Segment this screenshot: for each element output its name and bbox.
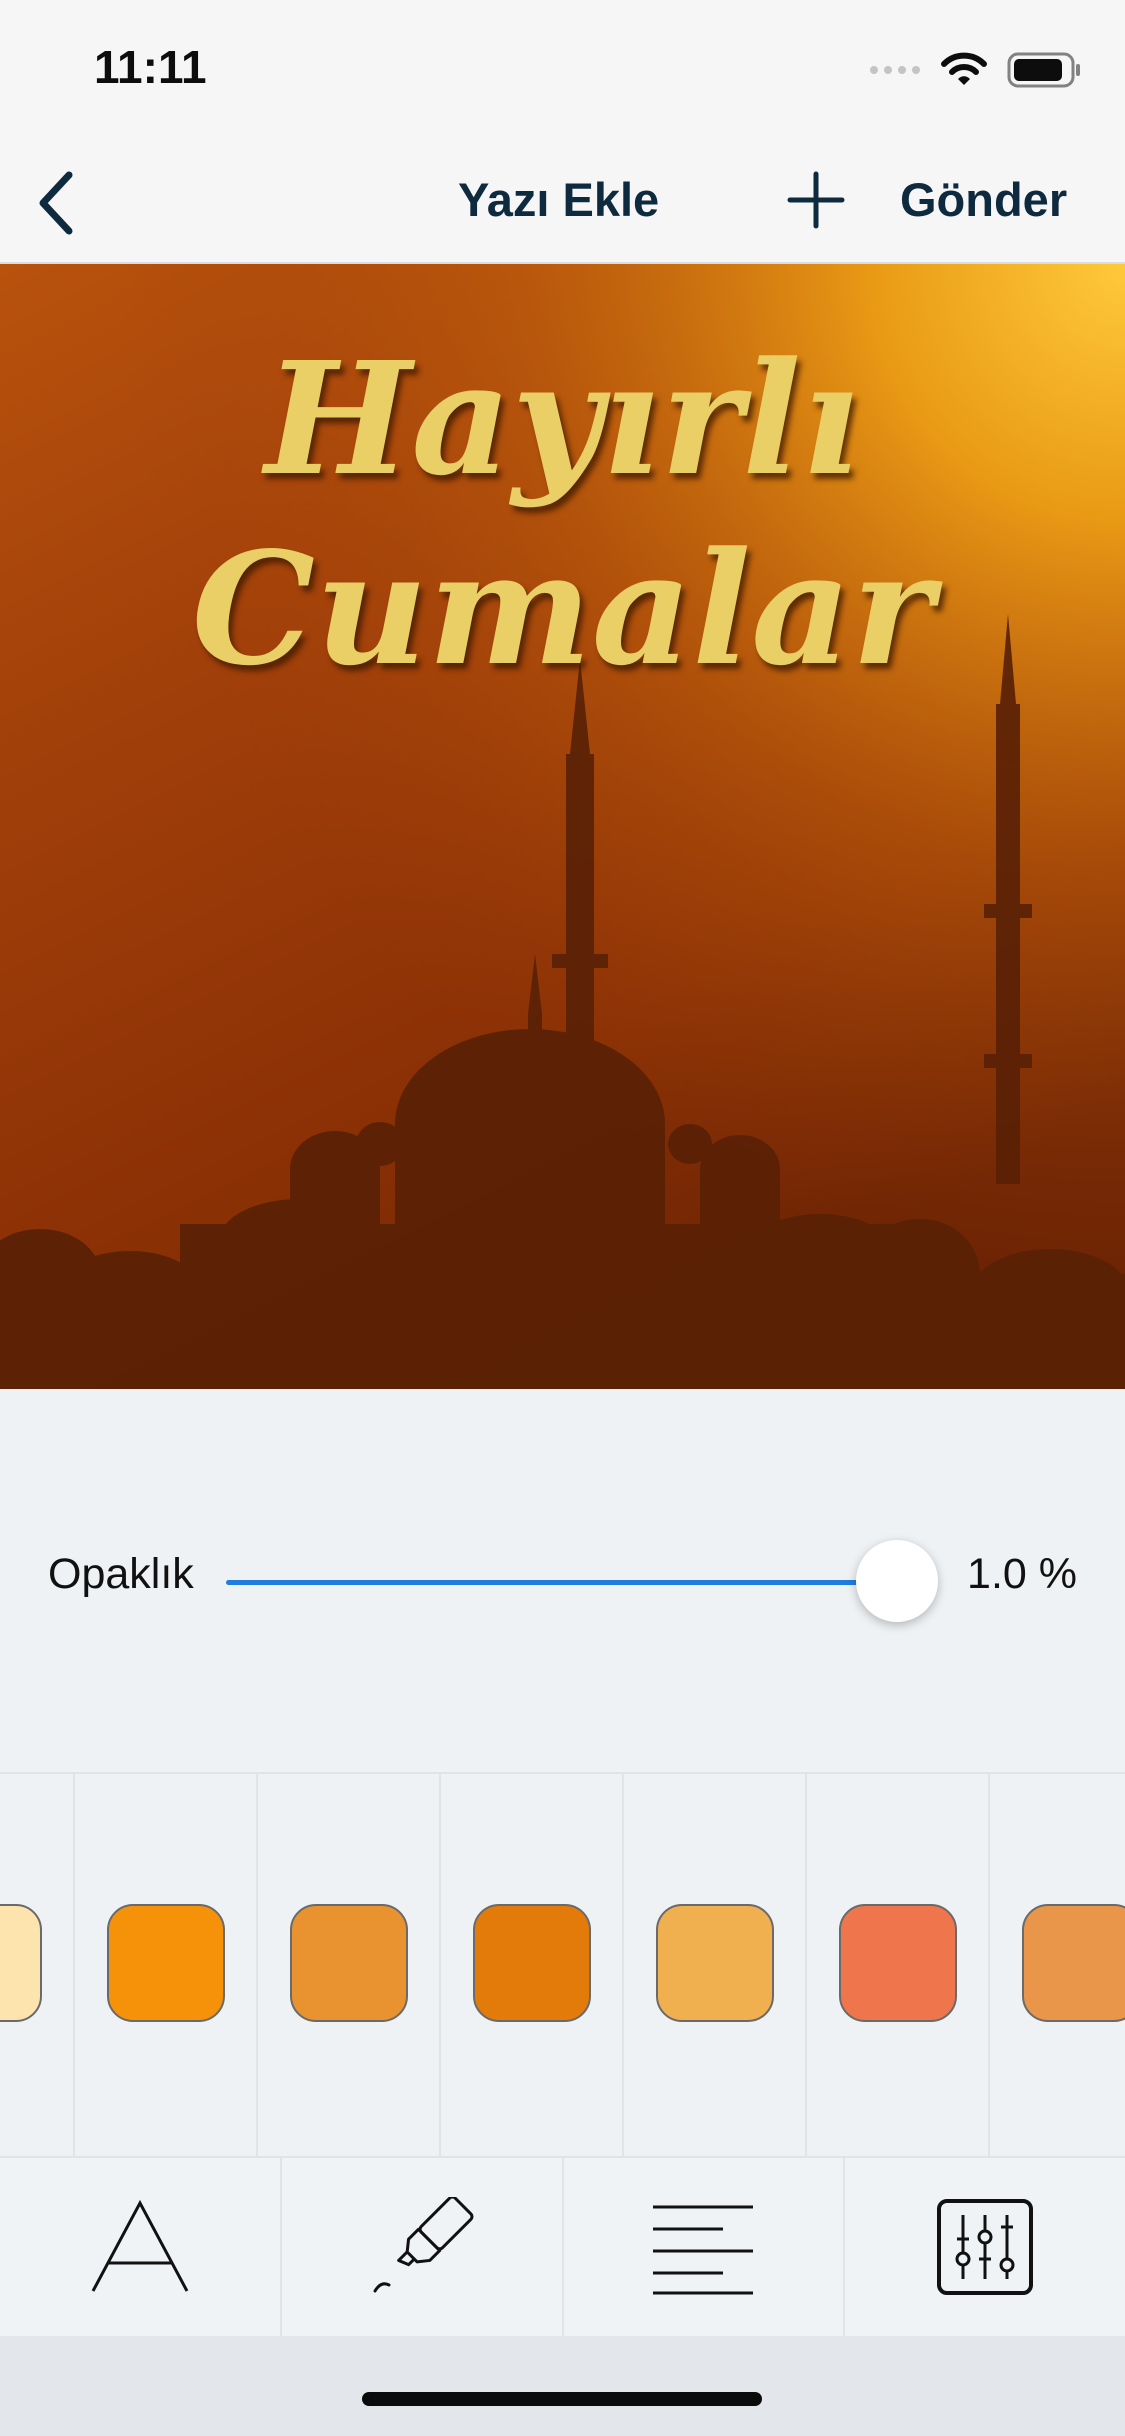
battery-icon (1007, 52, 1080, 88)
chevron-left-icon (39, 171, 73, 235)
wifi-icon (941, 52, 987, 85)
swatch-cell-1[interactable] (0, 1774, 75, 2158)
swatch-cell-4[interactable] (441, 1774, 624, 2158)
highlighter-icon (373, 2197, 474, 2293)
photo-caption[interactable]: Hayırlı Cumalar (0, 324, 1125, 704)
photo-canvas[interactable]: Hayırlı Cumalar (0, 264, 1125, 1389)
add-button[interactable] (786, 170, 846, 230)
color-swatch[interactable] (290, 1904, 408, 2022)
color-swatch[interactable] (0, 1904, 42, 2022)
sliders-icon (937, 2199, 1034, 2295)
home-indicator[interactable] (362, 2392, 762, 2406)
opacity-label: Opaklık (48, 1550, 194, 1598)
color-swatch[interactable] (473, 1904, 591, 2022)
caption-line-1: Hayırlı (264, 327, 861, 510)
back-button[interactable] (22, 168, 92, 238)
send-button[interactable]: Gönder (900, 172, 1067, 227)
plus-icon (787, 171, 845, 229)
home-indicator-area (0, 2336, 1125, 2436)
text-align-tool-button[interactable] (564, 2158, 846, 2336)
bottom-toolbar (0, 2156, 1125, 2336)
opacity-slider-track[interactable] (226, 1580, 898, 1585)
swatch-cell-7[interactable] (990, 1774, 1125, 2158)
swatch-cell-2[interactable] (75, 1774, 258, 2158)
swatch-cell-6[interactable] (807, 1774, 990, 2158)
status-time: 11:11 (94, 41, 207, 93)
opacity-slider-thumb[interactable] (856, 1540, 938, 1622)
font-icon (91, 2199, 189, 2292)
swatch-cell-5[interactable] (624, 1774, 807, 2158)
status-bar: 11:11 (0, 0, 1125, 140)
add-text-button[interactable]: Yazı Ekle (458, 172, 659, 227)
color-swatch[interactable] (656, 1904, 774, 2022)
text-align-icon (653, 2205, 754, 2295)
highlighter-tool-button[interactable] (282, 2158, 564, 2336)
font-tool-button[interactable] (0, 2158, 282, 2336)
opacity-control: Opaklık 1.0 % (0, 1500, 1125, 1660)
status-icons (869, 48, 1083, 92)
color-swatch[interactable] (1022, 1904, 1125, 2022)
color-swatch[interactable] (839, 1904, 957, 2022)
swatch-cell-3[interactable] (258, 1774, 441, 2158)
color-swatch-strip[interactable] (0, 1772, 1125, 2158)
opacity-value: 1.0 % (967, 1550, 1077, 1598)
signal-icon (870, 66, 920, 74)
nav-bar: Yazı Ekle Gönder (0, 140, 1125, 264)
adjust-tool-button[interactable] (845, 2158, 1125, 2336)
caption-line-2: Cumalar (191, 517, 934, 700)
color-swatch[interactable] (107, 1904, 225, 2022)
